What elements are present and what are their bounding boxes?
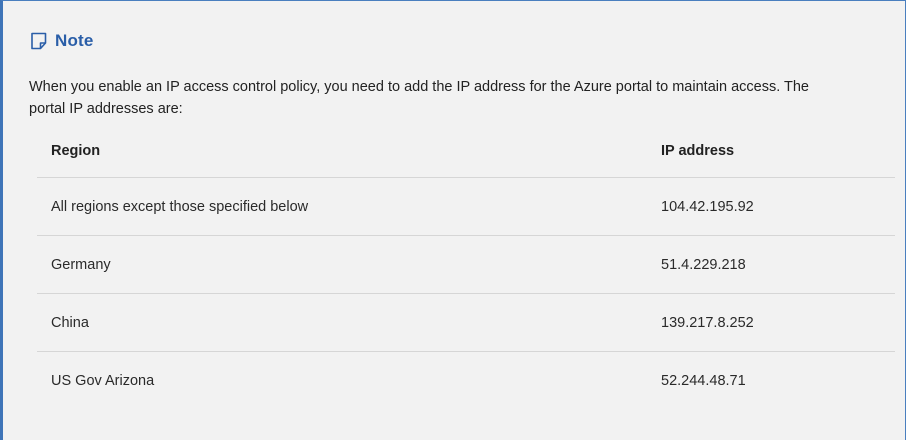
note-icon: [29, 31, 49, 51]
table-row: US Gov Arizona 52.244.48.71: [37, 352, 895, 410]
ip-cell: 139.217.8.252: [647, 293, 895, 352]
note-body-text: When you enable an IP access control pol…: [29, 79, 809, 117]
ip-address-table: Region IP address All regions except tho…: [37, 125, 895, 409]
ip-cell: 51.4.229.218: [647, 235, 895, 294]
column-header-region: Region: [37, 125, 647, 178]
ip-cell: 52.244.48.71: [661, 372, 746, 389]
region-cell: Germany: [37, 235, 647, 294]
note-header: Note: [29, 31, 94, 51]
region-cell: China: [37, 293, 647, 352]
note-title: Note: [55, 31, 94, 50]
note-callout: Note When you enable an IP access contro…: [0, 0, 906, 440]
column-header-ip-address: IP address: [647, 125, 895, 178]
table-row: Germany 51.4.229.218: [37, 235, 895, 294]
region-cell: All regions except those specified below: [37, 177, 647, 236]
table-row: China 139.217.8.252: [37, 293, 895, 352]
region-cell: US Gov Arizona: [51, 372, 155, 389]
table-row: All regions except those specified below…: [37, 177, 895, 236]
ip-cell: 104.42.195.92: [647, 177, 895, 236]
table-header-row: Region IP address: [37, 125, 895, 178]
